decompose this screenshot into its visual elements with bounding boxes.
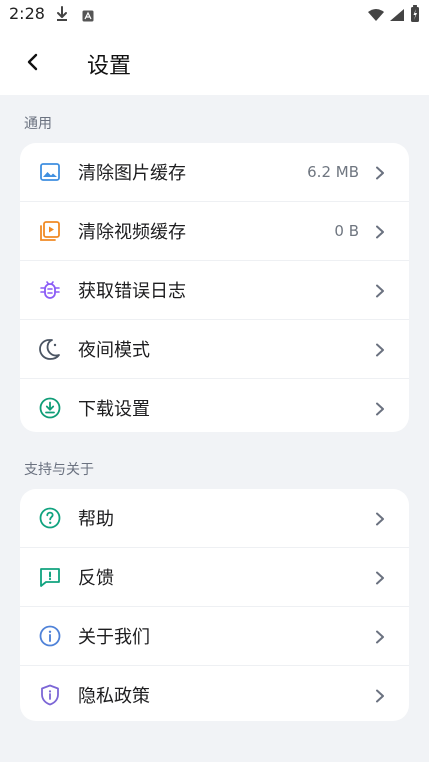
- row-label: 获取错误日志: [78, 281, 186, 302]
- chevron-right-icon: [374, 511, 386, 526]
- settings-row-night-mode[interactable]: 夜间模式: [20, 320, 409, 379]
- section-title-general: 通用: [24, 116, 52, 132]
- chevron-right-icon: [374, 342, 386, 357]
- row-label: 夜间模式: [78, 340, 150, 361]
- moon-icon: [38, 337, 62, 361]
- image-icon: [38, 160, 62, 184]
- download-status-icon: [55, 6, 69, 26]
- back-arrow-icon: [27, 53, 38, 71]
- top-bar: 2:28 设置: [0, 0, 429, 95]
- chevron-right-icon: [374, 224, 386, 239]
- page-title: 设置: [87, 54, 132, 79]
- feedback-icon: [38, 565, 62, 589]
- settings-row-clear-image-cache[interactable]: 清除图片缓存 6.2 MB: [20, 143, 409, 202]
- settings-row-error-log[interactable]: 获取错误日志: [20, 261, 409, 320]
- row-label: 关于我们: [78, 627, 150, 648]
- chevron-right-icon: [374, 165, 386, 180]
- chevron-right-icon: [374, 688, 386, 703]
- download-icon: [38, 396, 62, 420]
- app-status-icon: [82, 7, 94, 26]
- settings-row-about[interactable]: 关于我们: [20, 607, 409, 666]
- support-about-card: 帮助 反馈 关于我们 隐私政策: [20, 489, 409, 721]
- section-title-support: 支持与关于: [24, 462, 94, 478]
- chevron-right-icon: [374, 629, 386, 644]
- settings-row-clear-video-cache[interactable]: 清除视频缓存 0 B: [20, 202, 409, 261]
- help-icon: [38, 506, 62, 530]
- settings-row-download[interactable]: 下载设置: [20, 379, 409, 432]
- battery-icon: [410, 5, 420, 27]
- settings-row-help[interactable]: 帮助: [20, 489, 409, 548]
- row-label: 反馈: [78, 568, 114, 589]
- chevron-right-icon: [374, 570, 386, 585]
- bug-icon: [38, 278, 62, 302]
- video-icon: [38, 219, 62, 243]
- row-label: 清除视频缓存: [78, 222, 186, 243]
- status-time: 2:28: [9, 4, 45, 23]
- status-bar: 2:28: [0, 0, 429, 32]
- chevron-right-icon: [374, 283, 386, 298]
- row-label: 帮助: [78, 509, 114, 530]
- chevron-right-icon: [374, 401, 386, 416]
- wifi-icon: [367, 7, 385, 26]
- back-button[interactable]: [21, 50, 45, 74]
- row-label: 下载设置: [78, 399, 150, 420]
- shield-icon: [38, 683, 62, 707]
- video-cache-size: 0 B: [334, 222, 359, 240]
- settings-row-privacy[interactable]: 隐私政策: [20, 666, 409, 721]
- row-label: 隐私政策: [78, 686, 150, 707]
- signal-icon: [389, 7, 405, 26]
- image-cache-size: 6.2 MB: [307, 163, 359, 181]
- settings-row-feedback[interactable]: 反馈: [20, 548, 409, 607]
- general-settings-card: 清除图片缓存 6.2 MB 清除视频缓存 0 B 获取错误日志 夜间模式 下载设…: [20, 143, 409, 432]
- info-icon: [38, 624, 62, 648]
- row-label: 清除图片缓存: [78, 163, 186, 184]
